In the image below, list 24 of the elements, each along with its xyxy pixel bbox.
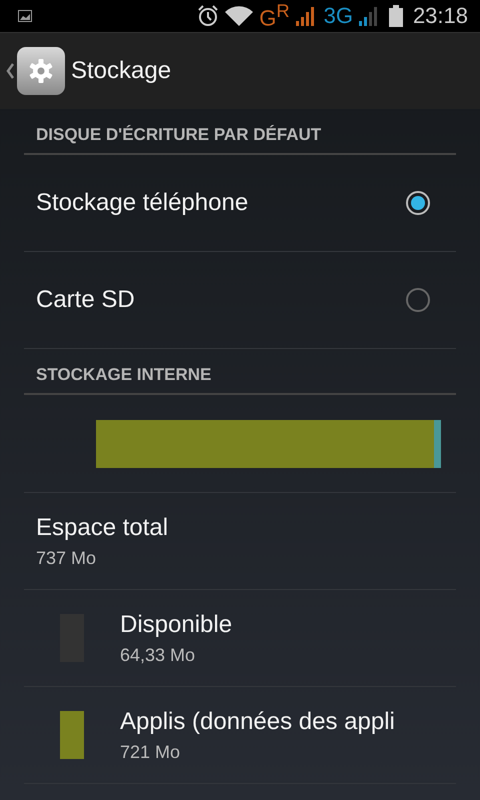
option-label: Carte SD [36, 286, 135, 314]
chevron-left-icon [6, 63, 14, 79]
screen-title: Stockage [71, 57, 172, 85]
radio-button[interactable] [406, 191, 430, 215]
battery-icon [388, 5, 403, 27]
picture-notification-icon [18, 10, 32, 22]
radio-button[interactable] [406, 288, 430, 312]
category-size: 64,33 Mo [120, 644, 196, 666]
total-value: 737 Mo [36, 548, 98, 568]
section-header: STOCKAGE INTERNE [24, 349, 456, 395]
clock: 23:18 [412, 3, 468, 29]
settings-icon [17, 47, 65, 95]
section-header: DISQUE D'ÉCRITURE PAR DÉFAUT [24, 109, 456, 155]
option-label: Stockage téléphone [36, 189, 248, 217]
total-label: Espace total [36, 514, 170, 542]
category-label: Disponible [120, 610, 232, 638]
storage-option[interactable]: Carte SD [24, 252, 456, 349]
category-size: 721 Mo [120, 742, 182, 762]
network-label: G$^{R}$ [259, 0, 290, 32]
network-label: 3G [324, 3, 353, 29]
wifi-icon [225, 6, 254, 26]
category-label: Applis (données des appli [120, 708, 395, 736]
alarm-icon [197, 5, 220, 27]
storage-option[interactable]: Stockage téléphone [24, 155, 456, 252]
